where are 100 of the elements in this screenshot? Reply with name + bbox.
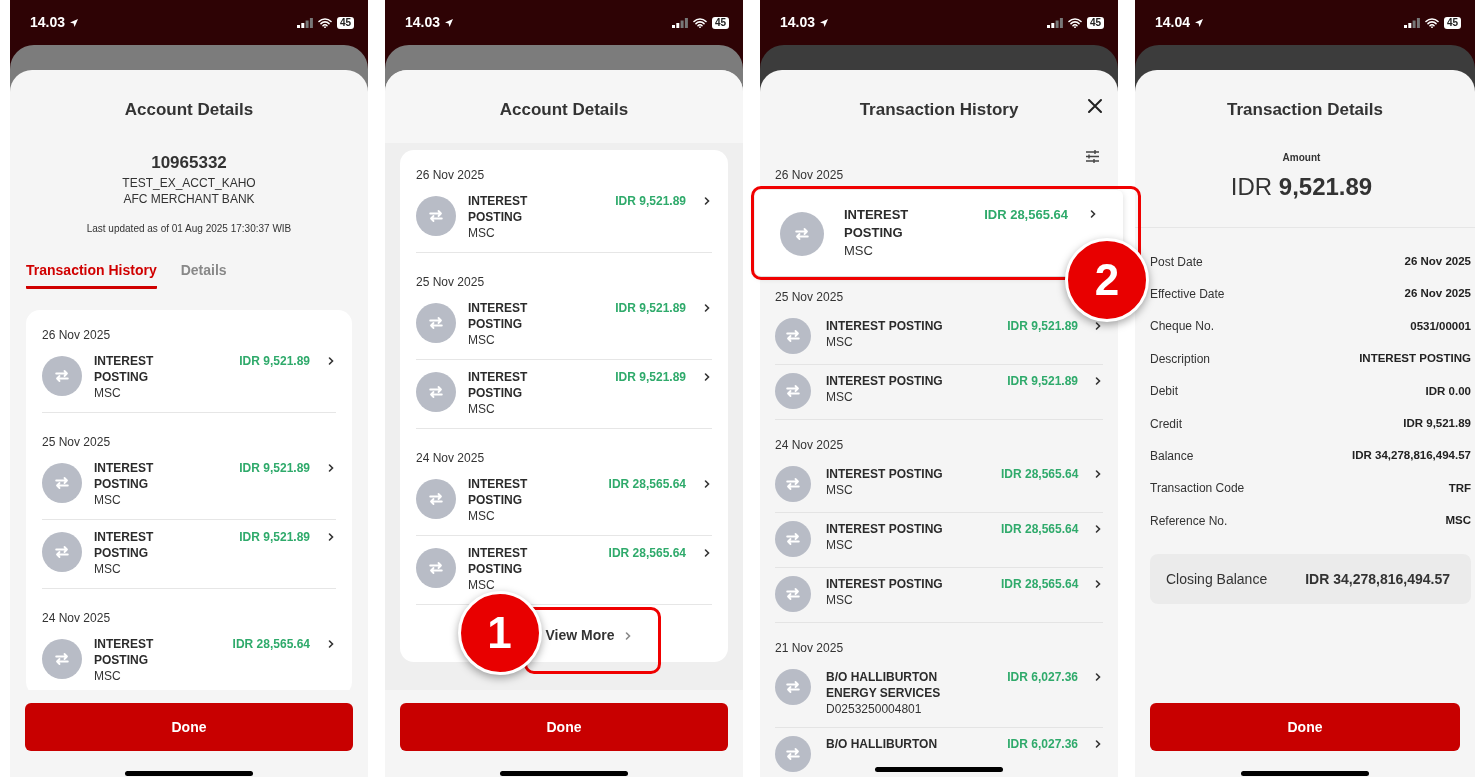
tab[interactable]: Transaction History bbox=[26, 260, 157, 289]
date-heading: 25 Nov 2025 bbox=[775, 288, 845, 306]
transaction-row[interactable]: INTEREST POSTING MSC IDR 9,521.89 bbox=[416, 184, 712, 253]
transaction-amount: IDR 28,565.64 bbox=[1001, 520, 1079, 537]
transaction-amount: IDR 9,521.89 bbox=[1007, 372, 1078, 389]
wifi-icon bbox=[317, 17, 332, 28]
done-button[interactable]: Done bbox=[1150, 703, 1460, 751]
transaction-amount: IDR 9,521.89 bbox=[239, 529, 310, 545]
transaction-amount: IDR 9,521.89 bbox=[239, 353, 310, 369]
chevron-icon bbox=[1093, 320, 1103, 331]
transaction-reference: MSC bbox=[468, 577, 496, 593]
account-name: TEST_EX_ACCT_KAHO bbox=[122, 175, 256, 191]
closing-balance-value: IDR 34,278,816,494.57 bbox=[1305, 569, 1450, 589]
bank-name: AFC MERCHANT BANK bbox=[123, 191, 255, 207]
transaction-row[interactable]: INTEREST POSTING MSC IDR 28,565.64 bbox=[775, 512, 1103, 568]
field-label: Reference No. bbox=[1150, 512, 1228, 530]
status-time: 14.03 bbox=[30, 13, 66, 32]
transaction-title: B/O HALLIBURTON bbox=[826, 735, 939, 752]
view-more-link[interactable]: View More bbox=[545, 625, 633, 646]
field-value: 0531/00001 bbox=[1410, 318, 1471, 334]
close-icon[interactable] bbox=[1087, 98, 1103, 114]
transaction-amount: IDR 6,027.36 bbox=[1007, 668, 1078, 685]
signal-icon bbox=[1046, 17, 1063, 28]
transaction-reference: D0253250004801 bbox=[826, 700, 923, 717]
transaction-row[interactable]: INTEREST POSTING MSC IDR 28,565.64 bbox=[42, 627, 336, 690]
signal-icon bbox=[296, 17, 313, 28]
transaction-row[interactable]: B/O HALLIBURTON ENERGY SERVICES D0253250004801 IDR 6,027.36 bbox=[775, 660, 1103, 728]
chevron-icon bbox=[702, 372, 712, 382]
transaction-row[interactable]: INTEREST POSTING MSC IDR 9,521.89 bbox=[416, 291, 712, 360]
transaction-row[interactable]: INTEREST POSTING MSC IDR 9,521.89 bbox=[416, 360, 712, 429]
transaction-title: INTEREST POSTING bbox=[468, 369, 529, 401]
date-heading: 24 Nov 2025 bbox=[42, 610, 112, 627]
field-value: IDR 34,278,816,494.57 bbox=[1352, 448, 1471, 464]
date-heading: 26 Nov 2025 bbox=[775, 166, 845, 184]
transaction-reference: MSC bbox=[468, 508, 496, 524]
field-label: Debit bbox=[1150, 383, 1178, 401]
transaction-amount: IDR 28,565.64 bbox=[608, 476, 686, 492]
transaction-title: INTEREST POSTING bbox=[826, 465, 944, 482]
transaction-amount: IDR 28,565.64 bbox=[1001, 465, 1079, 482]
transaction-reference: MSC bbox=[94, 561, 122, 577]
transaction-row[interactable]: INTEREST POSTING MSC IDR 9,521.89 bbox=[42, 344, 336, 413]
filter-icon[interactable] bbox=[1085, 148, 1100, 164]
chevron-icon bbox=[326, 532, 336, 542]
transaction-title: INTEREST POSTING bbox=[468, 545, 529, 577]
transfer-icon bbox=[416, 303, 456, 343]
transaction-reference: MSC bbox=[826, 591, 854, 608]
wifi-icon bbox=[1067, 17, 1082, 28]
chevron-icon bbox=[702, 303, 712, 313]
date-heading: 26 Nov 2025 bbox=[416, 167, 486, 184]
date-heading: 24 Nov 2025 bbox=[775, 436, 845, 454]
transaction-title: INTEREST POSTING bbox=[94, 460, 155, 492]
done-button[interactable]: Done bbox=[400, 703, 728, 751]
battery-indicator: 45 bbox=[711, 16, 729, 29]
chevron-icon bbox=[702, 479, 712, 489]
transfer-icon bbox=[416, 196, 456, 236]
transaction-amount: IDR 9,521.89 bbox=[239, 460, 310, 476]
signal-icon bbox=[671, 17, 688, 28]
transaction-reference: MSC bbox=[94, 385, 122, 401]
transaction-reference: MSC bbox=[826, 388, 854, 405]
field-label: Balance bbox=[1150, 448, 1194, 466]
transaction-row[interactable]: INTEREST POSTING MSC IDR 9,521.89 bbox=[775, 309, 1103, 365]
transfer-icon bbox=[42, 356, 82, 396]
transaction-reference: MSC bbox=[94, 492, 122, 508]
transaction-reference: MSC bbox=[826, 536, 854, 553]
field-label: Credit bbox=[1150, 415, 1182, 433]
transaction-title: INTEREST POSTING bbox=[468, 193, 529, 225]
done-button[interactable]: Done bbox=[25, 703, 353, 751]
status-time: 14.04 bbox=[1155, 13, 1191, 32]
closing-balance-label: Closing Balance bbox=[1166, 569, 1268, 589]
wifi-icon bbox=[1424, 17, 1439, 28]
transaction-row[interactable]: INTEREST POSTING MSC IDR 28,565.64 bbox=[775, 567, 1103, 623]
signal-icon bbox=[1403, 17, 1420, 28]
sheet-title: Account Details bbox=[123, 99, 255, 121]
transaction-row[interactable]: INTEREST POSTING MSC IDR 28,565.64 bbox=[775, 457, 1103, 513]
transfer-icon bbox=[775, 575, 811, 612]
transaction-reference: MSC bbox=[94, 668, 122, 684]
date-heading: 26 Nov 2025 bbox=[42, 327, 112, 344]
location-icon bbox=[819, 17, 830, 28]
battery-indicator: 45 bbox=[1086, 16, 1104, 29]
sheet-title: Transaction History bbox=[859, 100, 1019, 119]
chevron-icon bbox=[1093, 738, 1103, 749]
location-icon bbox=[69, 17, 80, 28]
amount-value: IDR 9,521.89 bbox=[1230, 171, 1373, 202]
date-heading: 21 Nov 2025 bbox=[775, 639, 845, 657]
transaction-row[interactable]: INTEREST POSTING MSC IDR 9,521.89 bbox=[42, 520, 336, 589]
transaction-reference: MSC bbox=[826, 481, 854, 498]
transaction-reference: MSC bbox=[468, 225, 496, 241]
transaction-amount: IDR 28,565.64 bbox=[608, 545, 686, 561]
wifi-icon bbox=[692, 17, 707, 28]
transaction-row[interactable]: INTEREST POSTING MSC IDR 9,521.89 bbox=[42, 451, 336, 520]
transaction-reference: MSC bbox=[468, 401, 496, 417]
transaction-row[interactable]: INTEREST POSTING MSC IDR 9,521.89 bbox=[775, 364, 1103, 420]
field-label: Transaction Code bbox=[1150, 480, 1245, 498]
transaction-row[interactable]: INTEREST POSTING MSC IDR 28,565.64 bbox=[416, 467, 712, 536]
transaction-title: INTEREST POSTING bbox=[826, 575, 944, 592]
transfer-icon bbox=[416, 372, 456, 412]
transaction-title: INTEREST POSTING bbox=[94, 529, 155, 561]
field-label: Post Date bbox=[1150, 253, 1203, 271]
field-label: Description bbox=[1150, 350, 1211, 368]
transfer-icon bbox=[42, 463, 82, 503]
